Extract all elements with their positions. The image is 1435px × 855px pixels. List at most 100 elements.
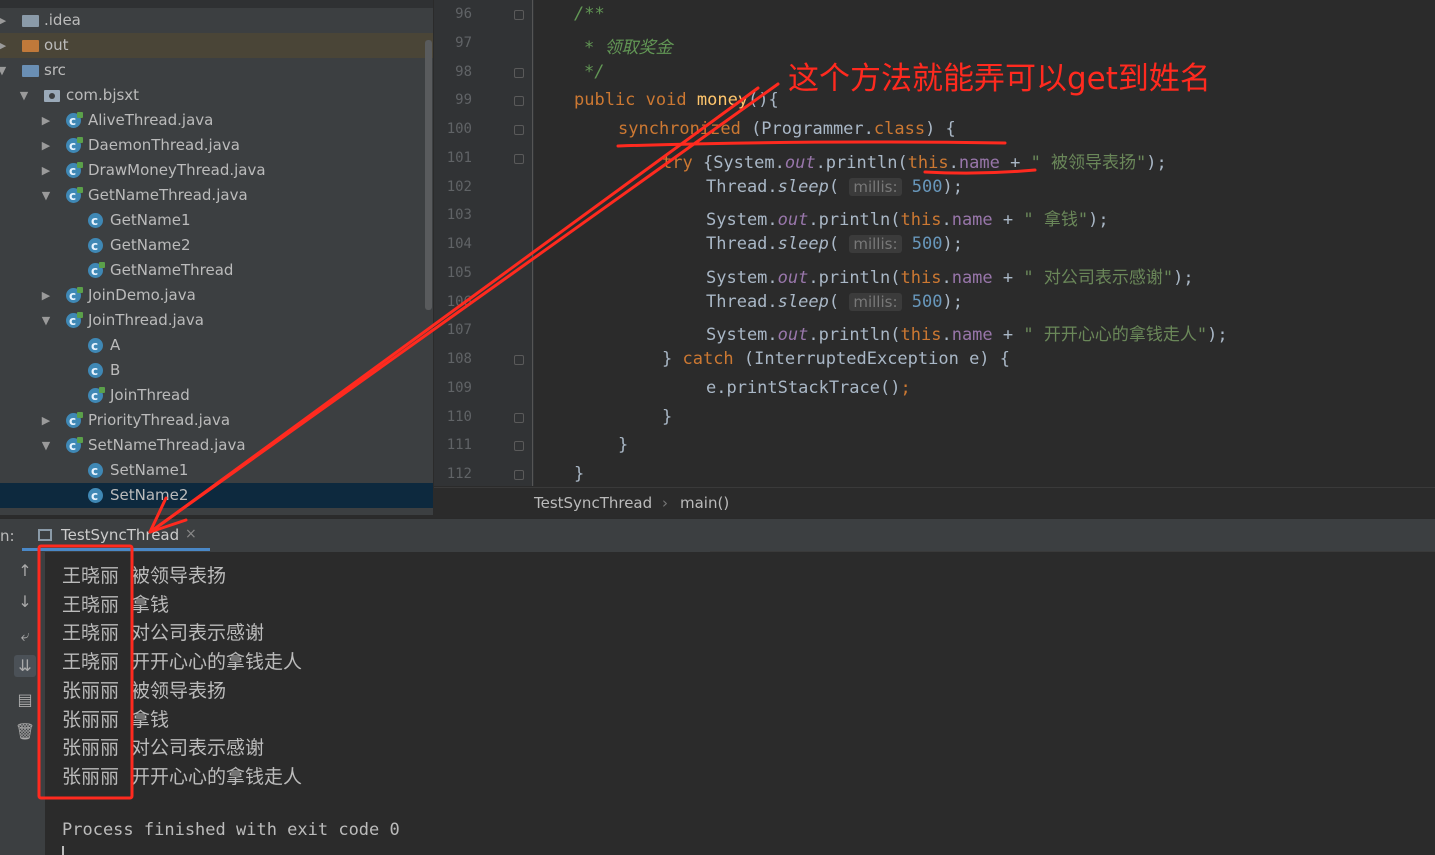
collapsed-arrow-icon[interactable]: ▶ (40, 158, 52, 183)
java-class-file-icon (66, 134, 83, 159)
java-class-file-icon (66, 309, 83, 334)
tree-item-label: com.bjsxt (66, 86, 140, 104)
line-number: 109 (446, 380, 472, 396)
tree-item[interactable]: ▼ src (0, 58, 433, 83)
breadcrumb-method[interactable]: main() (680, 494, 729, 512)
line-number: 105 (446, 265, 472, 281)
project-tree-scrollbar[interactable] (425, 40, 432, 310)
tree-item[interactable]: SetName2 (0, 483, 433, 509)
line-number: 102 (446, 179, 472, 195)
breadcrumb-class[interactable]: TestSyncThread (534, 494, 652, 512)
line-number: 100 (446, 121, 472, 137)
code-line-105[interactable]: System.out.println(this.name + " 对公司表示感谢… (534, 263, 1194, 288)
code-line-102[interactable]: Thread.sleep( millis: 500); (534, 177, 963, 197)
expanded-arrow-icon[interactable]: ▼ (0, 58, 8, 83)
code-line-109[interactable]: e.printStackTrace(); (534, 378, 911, 398)
expanded-arrow-icon[interactable]: ▼ (40, 183, 52, 208)
code-line-107[interactable]: System.out.println(this.name + " 开开心心的拿钱… (534, 320, 1228, 345)
tree-item[interactable]: ▶ DaemonThread.java (0, 133, 433, 159)
tree-item[interactable]: JoinThread (0, 383, 433, 409)
fold-marker-icon[interactable] (514, 125, 524, 135)
close-icon[interactable]: × (185, 526, 197, 542)
tree-item[interactable]: ▶ PriorityThread.java (0, 408, 433, 434)
class-icon (88, 209, 103, 234)
arrow-up-icon[interactable]: ↑ (14, 560, 36, 582)
fold-marker-icon[interactable] (514, 470, 524, 480)
code-line-103[interactable]: System.out.println(this.name + " 拿钱"); (534, 205, 1109, 230)
fold-marker-icon[interactable] (514, 154, 524, 164)
fold-marker-icon[interactable] (514, 10, 524, 20)
console-line-name: 张丽丽 (62, 679, 120, 702)
class-icon (88, 359, 103, 384)
java-class-file-icon (66, 159, 83, 184)
code-line-100[interactable]: synchronized (Programmer.class) { (534, 119, 956, 139)
code-line-112[interactable]: } (534, 464, 584, 484)
collapsed-arrow-icon[interactable]: ▶ (40, 283, 52, 308)
tree-item[interactable]: GetName1 (0, 208, 433, 234)
code-line-111[interactable]: } (534, 435, 628, 455)
fold-marker-icon[interactable] (514, 413, 524, 423)
tree-item[interactable]: B (0, 358, 433, 384)
tree-item-label: src (44, 61, 66, 79)
tree-item[interactable]: GetNameThread (0, 258, 433, 284)
project-tree-panel: ▶ .idea ▶ out ▼ src ▼ com.bjsxt ▶ AliveThread.jav… (0, 0, 433, 515)
tree-item[interactable]: ▼ JoinThread.java (0, 308, 433, 334)
breadcrumb-separator: › (662, 494, 668, 512)
code-line-110[interactable]: } (534, 407, 672, 427)
print-icon[interactable]: ▤ (14, 689, 36, 711)
console-line-message: 被领导表扬 (131, 679, 227, 702)
collapsed-arrow-icon[interactable]: ▶ (0, 8, 8, 33)
tree-item[interactable]: ▼ GetNameThread.java (0, 183, 433, 209)
code-line-98[interactable]: */ (534, 62, 604, 82)
fold-marker-icon[interactable] (514, 355, 524, 365)
run-tool-window-header: n: TestSyncThread × (0, 518, 1435, 552)
code-line-97[interactable]: * 领取奖金 (534, 33, 673, 58)
code-line-99[interactable]: public void money(){ (534, 90, 779, 110)
collapsed-arrow-icon[interactable]: ▶ (40, 108, 52, 133)
line-number: 107 (446, 322, 472, 338)
console-line-name: 王晓丽 (62, 651, 120, 674)
code-line-106[interactable]: Thread.sleep( millis: 500); (534, 292, 963, 312)
tree-item[interactable]: ▶ DrawMoneyThread.java (0, 158, 433, 184)
tree-item-label: B (110, 361, 121, 379)
tree-item[interactable]: ▼ SetNameThread.java (0, 433, 433, 459)
line-number: 103 (446, 207, 472, 223)
tree-item[interactable]: GetName2 (0, 233, 433, 259)
collapsed-arrow-icon[interactable]: ▶ (40, 133, 52, 158)
console-line-name: 张丽丽 (62, 708, 120, 731)
code-line-96[interactable]: /** (534, 4, 605, 24)
collapsed-arrow-icon[interactable]: ▶ (0, 33, 8, 58)
console-line: 王晓丽 对公司表示感谢 (62, 618, 264, 645)
code-line-101[interactable]: try {System.out.println(this.name + " 被领… (534, 148, 1167, 173)
console-output[interactable] (45, 552, 1435, 855)
console-line: 王晓丽 开开心心的拿钱走人 (62, 647, 302, 674)
console-cursor (62, 846, 64, 855)
tree-item[interactable]: ▶ JoinDemo.java (0, 283, 433, 309)
code-line-104[interactable]: Thread.sleep( millis: 500); (534, 234, 963, 254)
annotation-text: 这个方法就能弄可以get到姓名 (788, 61, 1211, 97)
tree-item[interactable]: ▼ com.bjsxt (0, 83, 433, 108)
tree-item-label: SetName2 (110, 486, 189, 504)
fold-marker-icon[interactable] (514, 441, 524, 451)
tree-item[interactable]: SetName1 (0, 458, 433, 484)
console-line: 张丽丽 拿钱 (62, 705, 169, 732)
console-line: 张丽丽 对公司表示感谢 (62, 733, 264, 760)
scroll-to-end-icon[interactable]: ⇊ (14, 655, 36, 677)
fold-marker-icon[interactable] (514, 68, 524, 78)
collapsed-arrow-icon[interactable]: ▶ (40, 408, 52, 433)
soft-wrap-icon[interactable]: ⤶ (14, 625, 36, 647)
tree-item-label: DaemonThread.java (88, 136, 240, 154)
tree-item[interactable]: ▶ out (0, 33, 433, 58)
fold-marker-icon[interactable] (514, 96, 524, 106)
tree-item-label: GetName1 (110, 211, 191, 229)
tree-item[interactable]: ▶ .idea (0, 8, 433, 33)
arrow-down-icon[interactable]: ↓ (14, 591, 36, 613)
tree-item[interactable]: ▶ AliveThread.java (0, 108, 433, 134)
tree-item[interactable]: A (0, 333, 433, 359)
line-number: 99 (455, 92, 472, 108)
trash-icon[interactable]: 🗑 (14, 721, 36, 743)
expanded-arrow-icon[interactable]: ▼ (40, 308, 52, 333)
expanded-arrow-icon[interactable]: ▼ (40, 433, 52, 458)
code-line-108[interactable]: } catch (InterruptedException e) { (534, 349, 1010, 369)
expanded-arrow-icon[interactable]: ▼ (18, 83, 30, 108)
